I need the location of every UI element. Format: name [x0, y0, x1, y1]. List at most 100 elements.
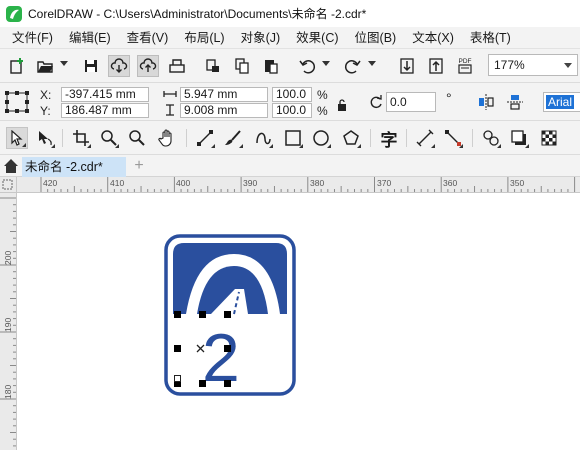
save-button[interactable]	[80, 55, 102, 77]
x-position-field[interactable]: -397.415 mm	[61, 87, 149, 102]
curve-tool-button[interactable]	[252, 127, 274, 149]
menu-effects[interactable]: 效果(C)	[288, 27, 346, 49]
menu-edit[interactable]: 编辑(E)	[61, 27, 119, 49]
selection-handle-right[interactable]	[224, 345, 231, 352]
menu-file[interactable]: 文件(F)	[0, 27, 61, 49]
add-tab-button[interactable]: +	[131, 158, 147, 174]
redo-dropdown-caret[interactable]	[368, 61, 376, 66]
menu-bar: 文件(F) 编辑(E) 查看(V) 布局(L) 对象(J) 效果(C) 位图(B…	[0, 27, 580, 49]
cloud-upload-icon	[139, 58, 157, 72]
transparency-icon	[541, 130, 557, 146]
hruler-label: 390	[243, 178, 258, 188]
shape-tool-button[interactable]	[34, 127, 56, 149]
selection-handle-top[interactable]	[199, 311, 206, 318]
polygon-tool-button[interactable]	[340, 127, 362, 149]
tab-document[interactable]: 未命名 -2.cdr*	[22, 157, 126, 177]
paste-button[interactable]	[260, 55, 282, 77]
rectangle-tool-button[interactable]	[282, 127, 304, 149]
hand-icon	[158, 129, 172, 147]
crop-tool-button[interactable]	[70, 127, 92, 149]
rotation-angle-field[interactable]: 0.0	[386, 92, 436, 112]
reference-point-icon[interactable]	[5, 91, 29, 113]
home-icon[interactable]	[2, 157, 20, 175]
blend-tool-button[interactable]	[480, 127, 502, 149]
magnifier-icon	[129, 130, 145, 146]
vertical-ruler[interactable]: 200 190 180	[0, 193, 17, 450]
copy-icon	[235, 58, 249, 74]
scale-x-field[interactable]: 100.0	[272, 87, 312, 102]
menu-view[interactable]: 查看(V)	[119, 27, 177, 49]
anchor-node-icon[interactable]	[174, 375, 181, 382]
ellipse-tool-button[interactable]	[310, 127, 332, 149]
hruler-label: 360	[443, 178, 458, 188]
menu-text[interactable]: 文本(X)	[404, 27, 462, 49]
new-document-icon	[10, 58, 23, 74]
vruler-label: 200	[3, 250, 13, 265]
scale-y-field[interactable]: 100.0	[272, 103, 312, 118]
transparency-tool-button[interactable]	[538, 127, 560, 149]
new-document-button[interactable]	[6, 55, 28, 77]
window-title: CorelDRAW - C:\Users\Administrator\Docum…	[28, 7, 367, 21]
cut-button[interactable]	[202, 55, 224, 77]
selection-handle-left[interactable]	[174, 345, 181, 352]
center-mark-icon	[196, 344, 205, 353]
y-position-field[interactable]: 186.487 mm	[61, 103, 149, 118]
standard-toolbar: PDF 177%	[0, 49, 580, 83]
cloud-download-icon	[110, 58, 128, 73]
dimension-tool-button[interactable]	[414, 127, 436, 149]
mirror-horizontal-icon[interactable]	[477, 93, 495, 111]
menu-object[interactable]: 对象(J)	[233, 27, 289, 49]
print-button[interactable]	[166, 55, 188, 77]
freehand-tool-button[interactable]	[194, 127, 216, 149]
vruler-label: 190	[3, 317, 13, 332]
ruler-origin-icon	[2, 179, 13, 190]
selection-handle-bottom-right[interactable]	[224, 380, 231, 387]
sign-number: 2	[202, 320, 240, 396]
menu-table[interactable]: 表格(T)	[462, 27, 519, 49]
zoom-level-field[interactable]: 177%	[488, 54, 560, 76]
export-button[interactable]	[425, 55, 447, 77]
open-button[interactable]	[34, 55, 56, 77]
lock-ratio-icon[interactable]	[336, 98, 348, 112]
degree-symbol: °	[446, 90, 452, 106]
ruler-origin[interactable]	[0, 177, 17, 193]
horizontal-ruler[interactable]: 420 410 400 390 380 370 360 350	[17, 177, 580, 193]
pan-tool-button[interactable]	[156, 127, 178, 149]
cloud-export-button[interactable]	[137, 55, 159, 77]
save-icon	[85, 60, 97, 72]
zoom-one-shot-button[interactable]	[126, 127, 148, 149]
cloud-import-button[interactable]	[108, 55, 130, 77]
pdf-icon: PDF	[458, 58, 472, 74]
property-bar: X: Y: -397.415 mm 186.487 mm 5.947 mm 9.…	[0, 83, 580, 121]
copy-button[interactable]	[231, 55, 253, 77]
scale-x-unit: %	[317, 88, 328, 102]
connector-tool-button[interactable]	[442, 127, 464, 149]
import-button[interactable]	[396, 55, 418, 77]
drop-shadow-button[interactable]	[508, 127, 530, 149]
zoom-dropdown-button[interactable]	[559, 54, 578, 76]
undo-dropdown-caret[interactable]	[322, 61, 330, 66]
drawing-canvas[interactable]: 2	[18, 194, 580, 450]
pdf-label: PDF	[459, 58, 472, 65]
artistic-media-button[interactable]	[222, 127, 244, 149]
undo-button[interactable]	[296, 55, 318, 77]
menu-bitmaps[interactable]: 位图(B)	[347, 27, 405, 49]
width-icon	[163, 91, 177, 97]
redo-button[interactable]	[342, 55, 364, 77]
folder-icon	[37, 61, 53, 73]
text-tool-button[interactable]: 字	[378, 127, 400, 150]
title-bar: CorelDRAW - C:\Users\Administrator\Docum…	[0, 0, 580, 27]
selection-handle-top-left[interactable]	[174, 311, 181, 318]
font-name-field[interactable]: Arial	[543, 92, 580, 112]
height-field[interactable]: 9.008 mm	[180, 103, 268, 118]
menu-layout[interactable]: 布局(L)	[176, 27, 232, 49]
zoom-tool-button[interactable]	[98, 127, 120, 149]
pick-tool-button[interactable]	[6, 127, 28, 149]
publish-pdf-button[interactable]: PDF	[454, 55, 476, 77]
selection-handle-top-right[interactable]	[224, 311, 231, 318]
open-dropdown-caret[interactable]	[60, 61, 68, 66]
width-field[interactable]: 5.947 mm	[180, 87, 268, 102]
selection-handle-bottom[interactable]	[199, 380, 206, 387]
rotate-icon	[370, 95, 382, 109]
mirror-vertical-icon[interactable]	[506, 93, 524, 111]
